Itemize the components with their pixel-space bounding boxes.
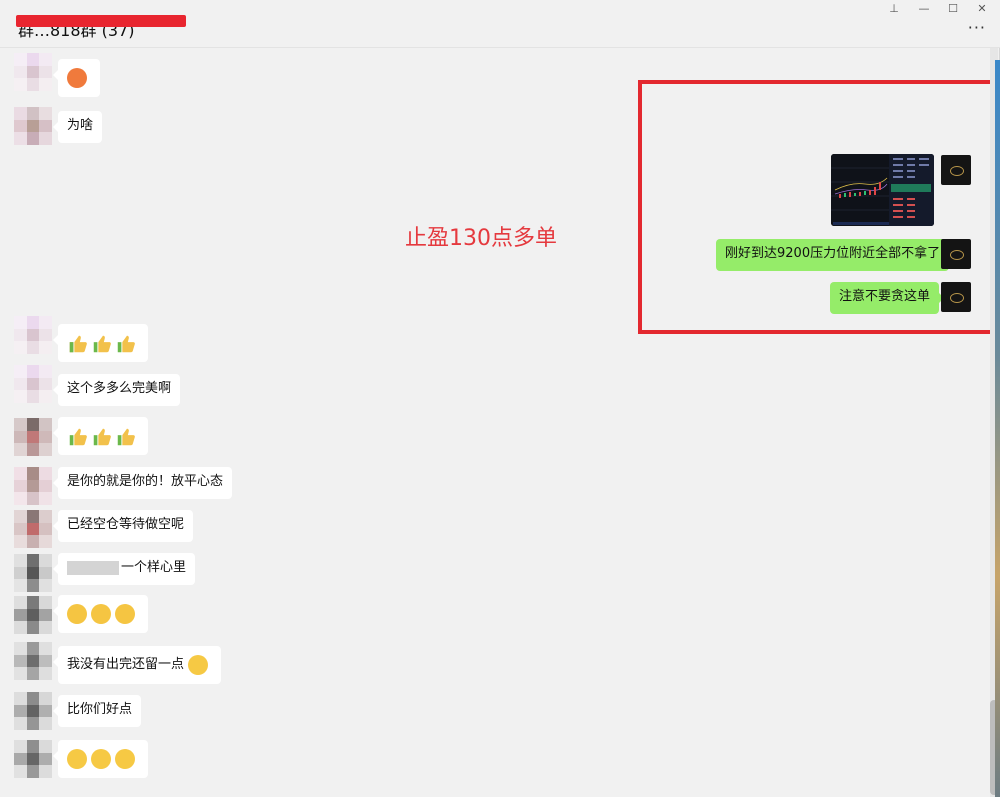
- message-bubble[interactable]: [53, 324, 148, 362]
- message-bubble[interactable]: [53, 740, 148, 778]
- message-text: 这个多多么完美啊: [67, 381, 172, 396]
- more-options-button[interactable]: ···: [968, 18, 986, 37]
- grin-icon: [67, 748, 87, 769]
- laughing-tears-icon: [115, 603, 135, 624]
- avatar[interactable]: [14, 53, 52, 91]
- avatar[interactable]: [14, 740, 52, 778]
- avatar[interactable]: [14, 642, 52, 680]
- minimize-icon[interactable]: —: [916, 2, 932, 16]
- avatar[interactable]: [14, 365, 52, 403]
- thumbs-up-icon: [115, 333, 135, 353]
- maximize-icon[interactable]: ☐: [945, 2, 961, 16]
- message-bubble[interactable]: 为啥: [52, 111, 103, 143]
- message-text: 一个样心里: [121, 560, 187, 575]
- close-icon[interactable]: ✕: [974, 2, 990, 16]
- desktop-background-edge: [995, 60, 1000, 797]
- message-bubble[interactable]: 一个样心里: [52, 553, 196, 585]
- avatar[interactable]: [14, 510, 52, 548]
- laughing-tears-icon: [91, 603, 111, 624]
- message-bubble[interactable]: [53, 595, 148, 633]
- message-bubble-own[interactable]: 注意不要贪这单: [830, 282, 945, 314]
- message-bubble[interactable]: 是你的就是你的！放平心态: [52, 467, 233, 499]
- avatar[interactable]: [14, 316, 52, 354]
- message-bubble[interactable]: 已经空仓等待做空呢: [52, 510, 194, 542]
- thumbs-up-icon: [67, 426, 87, 446]
- sender-avatar[interactable]: [941, 282, 971, 312]
- avatar[interactable]: [14, 596, 52, 634]
- message-bubble[interactable]: [53, 417, 148, 455]
- grin-icon: [188, 654, 209, 675]
- thumbs-up-icon: [67, 333, 87, 353]
- grin-icon: [91, 748, 111, 769]
- message-text: 我没有出完还留一点: [67, 657, 185, 672]
- sender-avatar[interactable]: [941, 239, 971, 269]
- laughing-tears-icon: [67, 603, 87, 624]
- thumbs-up-icon: [91, 333, 111, 353]
- avatar[interactable]: [14, 107, 52, 145]
- message-bubble[interactable]: [53, 59, 100, 97]
- message-text: 是你的就是你的！放平心态: [67, 474, 224, 489]
- thumbs-up-icon: [115, 426, 135, 446]
- chart-image-message[interactable]: [831, 154, 934, 226]
- message-text: 为啥: [67, 118, 94, 133]
- message-text: 刚好到达9200压力位附近全部不拿了: [725, 246, 941, 261]
- annotation-note: 止盈130点多单: [405, 226, 557, 251]
- chat-window: 群…818群 (37) ⊥ — ☐ ✕ ··· 为啥 止盈130点多单 这个多多…: [0, 0, 1000, 797]
- pin-icon[interactable]: ⊥: [886, 2, 902, 16]
- message-bubble[interactable]: 这个多多么完美啊: [52, 374, 181, 406]
- avatar[interactable]: [14, 692, 52, 730]
- thumbs-up-icon: [91, 426, 111, 446]
- title-bar: 群…818群 (37) ⊥ — ☐ ✕ ···: [0, 0, 1000, 48]
- message-text: 注意不要贪这单: [839, 289, 931, 304]
- avatar[interactable]: [14, 554, 52, 592]
- message-bubble[interactable]: 我没有出完还留一点: [52, 646, 222, 684]
- redacted-mention: [67, 560, 119, 575]
- avatar[interactable]: [14, 418, 52, 456]
- message-bubble[interactable]: 比你们好点: [52, 695, 142, 727]
- avatar[interactable]: [14, 467, 52, 505]
- title-redaction: [16, 15, 186, 27]
- grin-icon: [115, 748, 135, 769]
- angry-face-icon: [67, 67, 87, 88]
- message-text: 比你们好点: [67, 702, 133, 717]
- candlestick-chart-icon: [831, 154, 934, 226]
- message-text: 已经空仓等待做空呢: [67, 517, 185, 532]
- message-bubble-own[interactable]: 刚好到达9200压力位附近全部不拿了: [716, 239, 955, 271]
- sender-avatar[interactable]: [941, 155, 971, 185]
